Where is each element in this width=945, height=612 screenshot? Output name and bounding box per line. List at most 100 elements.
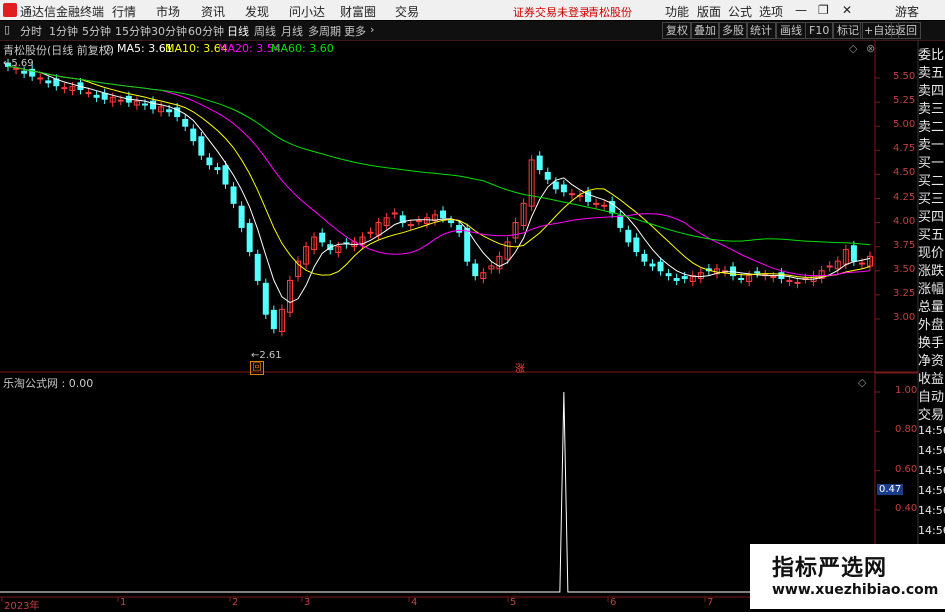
watermark-title: 指标严选网 bbox=[772, 556, 888, 581]
diamond-icon[interactable]: ◇ bbox=[849, 42, 857, 55]
indicator-line bbox=[0, 391, 750, 593]
candle-body bbox=[665, 273, 672, 277]
candle-body bbox=[641, 253, 648, 262]
high-marker: ←5.69 bbox=[3, 58, 34, 69]
quote-field-label[interactable]: 换手 bbox=[918, 332, 945, 351]
time-tick-label: 2023年 bbox=[4, 601, 40, 612]
quote-field-label[interactable]: 自动 bbox=[918, 386, 945, 405]
candle-body bbox=[544, 171, 551, 180]
candle-body bbox=[858, 262, 865, 265]
candle-body bbox=[601, 204, 608, 207]
candle-body bbox=[166, 109, 173, 113]
time-tick-label: 4 bbox=[411, 597, 418, 608]
trade-time: 14:56 bbox=[918, 504, 945, 517]
price-tick-label: 4.25 bbox=[893, 191, 916, 203]
quote-field-label[interactable]: 总量 bbox=[918, 296, 945, 315]
candle-body bbox=[657, 261, 664, 272]
price-tick-label: 3.00 bbox=[893, 312, 916, 323]
quote-field-label[interactable]: 卖五 bbox=[918, 62, 945, 81]
time-tick-label: 2 bbox=[232, 597, 239, 608]
price-tick-label: 5.00 bbox=[893, 119, 916, 131]
time-tick-label: 1 bbox=[120, 597, 127, 608]
candle-body bbox=[681, 276, 688, 280]
indicator-diamond-icon[interactable]: ◇ bbox=[858, 376, 866, 389]
candle-body bbox=[415, 220, 422, 223]
price-tick-label: 4.50 bbox=[893, 167, 916, 179]
watermark-url: www.xuezhibiao.com bbox=[772, 582, 939, 598]
candle-body bbox=[85, 91, 92, 94]
candle-body bbox=[472, 263, 479, 277]
candle-body bbox=[786, 279, 793, 282]
price-tick-label: 5.50 bbox=[893, 71, 916, 82]
candle-body bbox=[141, 103, 148, 106]
quote-field-label[interactable]: 买五 bbox=[918, 224, 945, 243]
candle-body bbox=[456, 224, 463, 233]
quote-field-label[interactable]: 卖一 bbox=[918, 134, 945, 153]
candle-body bbox=[552, 181, 559, 190]
candle-body bbox=[367, 231, 374, 234]
candle-body bbox=[150, 100, 157, 110]
quote-field-label[interactable]: 买四 bbox=[918, 206, 945, 225]
candle-body bbox=[536, 155, 543, 171]
price-tick-label: 4.00 bbox=[893, 215, 916, 227]
candle-body bbox=[246, 223, 253, 253]
quote-field-label[interactable]: 涨跌 bbox=[918, 260, 945, 279]
price-tick-label: 3.25 bbox=[893, 287, 916, 299]
quote-field-label[interactable]: 交易 bbox=[918, 404, 945, 423]
price-tick-label: 5.25 bbox=[893, 95, 916, 107]
quote-field-label[interactable]: 买二 bbox=[918, 170, 945, 189]
indicator-tick-label: 1.00 bbox=[895, 385, 918, 396]
quote-field-label[interactable]: 卖四 bbox=[918, 80, 945, 99]
trade-time: 14:56 bbox=[918, 444, 945, 457]
low-price-label: 2.61 bbox=[259, 350, 282, 361]
candle-body bbox=[45, 80, 52, 84]
quote-field-label[interactable]: 涨幅 bbox=[918, 278, 945, 297]
candle-body bbox=[182, 118, 189, 127]
candle-body bbox=[21, 70, 28, 74]
chart-header: 青松股份(日线 前复权) bbox=[3, 44, 115, 57]
chart-close-icon[interactable]: ⊗ bbox=[866, 42, 875, 55]
candle-body bbox=[448, 220, 455, 224]
indicator-current-value: 0.47 bbox=[877, 484, 904, 495]
quote-field-label[interactable]: 买一 bbox=[918, 152, 945, 171]
kline-chart[interactable] bbox=[0, 0, 945, 609]
trade-time: 14:56 bbox=[918, 524, 945, 537]
quote-field-label[interactable]: 卖三 bbox=[918, 98, 945, 117]
settings-icon[interactable]: ◎ bbox=[104, 42, 114, 55]
candle-body bbox=[633, 237, 640, 253]
quote-field-label[interactable]: 买三 bbox=[918, 188, 945, 207]
quote-field-label[interactable]: 收益 bbox=[918, 368, 945, 387]
event-marker-low[interactable]: 回 bbox=[250, 361, 264, 375]
ma60-value: MA60: 3.60 bbox=[271, 42, 334, 55]
candle-body bbox=[826, 265, 833, 268]
low-marker: ←2.61 bbox=[251, 350, 282, 361]
quote-field-label[interactable]: 外盘 bbox=[918, 314, 945, 333]
candle-body bbox=[61, 87, 68, 90]
trade-time: 14:56 bbox=[918, 484, 945, 497]
indicator-tick-label: 0.40 bbox=[895, 503, 918, 514]
time-tick-label: 6 bbox=[610, 597, 617, 608]
candle-body bbox=[593, 202, 600, 205]
candle-body bbox=[649, 263, 656, 267]
indicator-tick-label: 0.60 bbox=[895, 463, 918, 475]
candle-body bbox=[93, 94, 100, 98]
ma60-line bbox=[7, 65, 871, 246]
quote-field-label[interactable]: 现价 bbox=[918, 242, 945, 261]
candle-body bbox=[770, 276, 777, 279]
candle-body bbox=[222, 165, 229, 185]
candle-body bbox=[198, 136, 205, 156]
candle-body bbox=[206, 157, 213, 166]
time-tick-label: 5 bbox=[510, 597, 517, 608]
candle-body bbox=[625, 229, 632, 243]
indicator-tick-label: 0.80 bbox=[895, 424, 918, 436]
candle-body bbox=[407, 224, 414, 227]
candle-body bbox=[440, 210, 447, 219]
quote-field-label[interactable]: 卖二 bbox=[918, 116, 945, 135]
candle-body bbox=[270, 309, 277, 330]
quote-field-label[interactable]: 净资 bbox=[918, 350, 945, 369]
high-price-label: 5.69 bbox=[11, 58, 34, 69]
event-marker-mid[interactable]: 涨 bbox=[515, 360, 525, 375]
price-tick-label: 4.75 bbox=[893, 143, 916, 155]
quote-field-label[interactable]: 委比 bbox=[918, 44, 945, 63]
candle-body bbox=[560, 184, 567, 193]
